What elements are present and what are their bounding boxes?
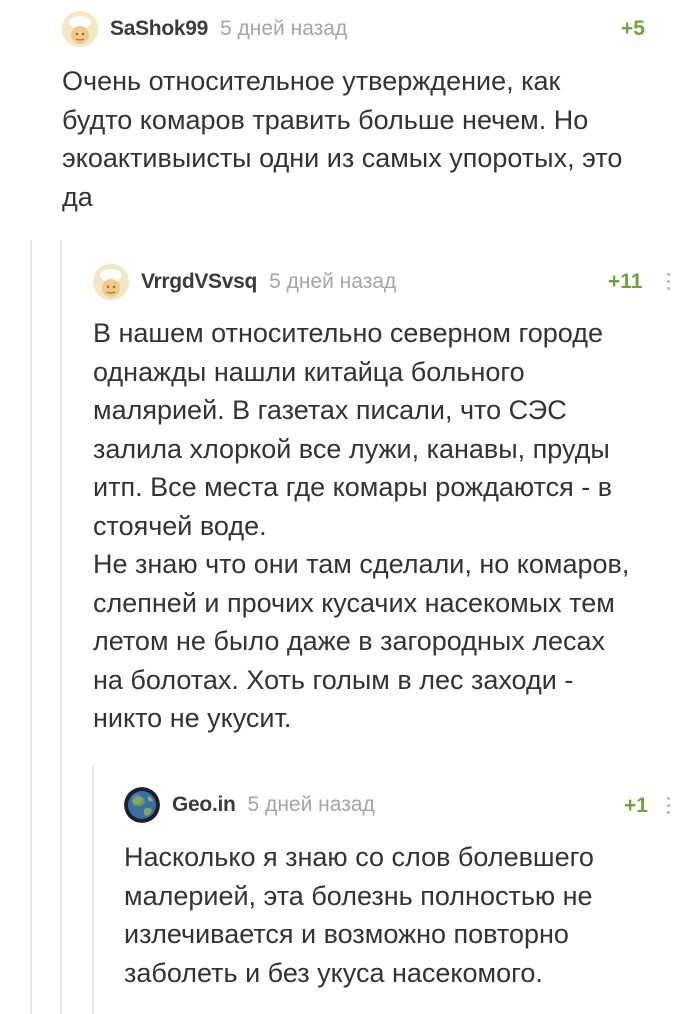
user-avatar-icon[interactable]	[62, 11, 98, 47]
username-link[interactable]: VrrgdVSvsq	[141, 270, 257, 294]
comment-header: SaShok99 5 дней назад	[62, 4, 347, 54]
more-options-icon[interactable]	[664, 273, 672, 293]
user-avatar-icon[interactable]	[93, 264, 129, 300]
thread-line-level-3[interactable]	[92, 766, 94, 1014]
comment-header: VrrgdVSvsq 5 дней назад	[93, 257, 396, 307]
comment-rating[interactable]: +1	[624, 794, 648, 818]
more-options-icon[interactable]	[664, 797, 672, 817]
comment-rating[interactable]: +11	[608, 270, 642, 294]
thread-line-level-2[interactable]	[60, 240, 62, 1014]
username-link[interactable]: Geo.in	[172, 793, 236, 817]
comment-header: Geo.in 5 дней назад	[124, 780, 375, 830]
comment-time[interactable]: 5 дней назад	[248, 793, 375, 817]
globe-avatar-icon[interactable]	[124, 787, 160, 823]
username-link[interactable]: SaShok99	[110, 17, 208, 41]
comment-text: Насколько я знаю со слов болевшего малер…	[124, 842, 594, 988]
comment-time[interactable]: 5 дней назад	[269, 270, 396, 294]
comment-rating[interactable]: +5	[621, 17, 645, 41]
thread-line-level-1[interactable]	[30, 240, 32, 1014]
comments-page: SaShok99 5 дней назад +5 Очень относител…	[0, 0, 700, 1014]
comment-text: Очень относительное утверждение, как буд…	[62, 66, 623, 212]
comment-text: В нашем относительно северном городе одн…	[93, 318, 630, 733]
comment-time[interactable]: 5 дней назад	[220, 17, 347, 41]
